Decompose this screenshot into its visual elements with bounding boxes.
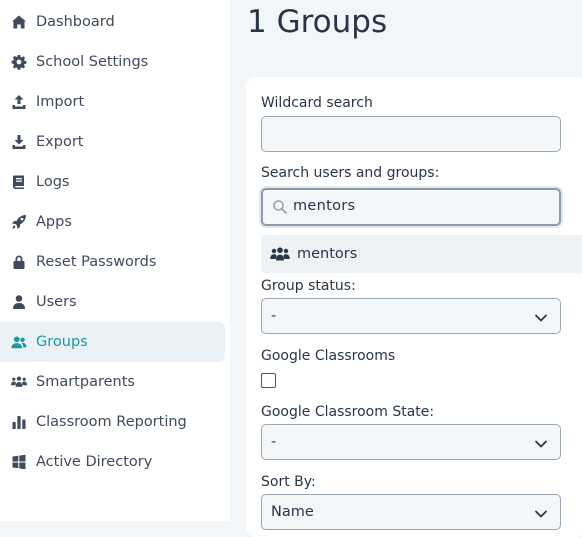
google-classrooms-label: Google Classrooms	[261, 348, 396, 364]
gear-icon	[10, 53, 28, 71]
sidebar-item-label: Import	[36, 94, 85, 110]
search-result-option[interactable]: mentors	[261, 235, 582, 273]
sidebar-item-apps[interactable]: Apps	[0, 202, 225, 242]
rocket-icon	[10, 213, 28, 231]
users-icon	[10, 333, 28, 351]
sidebar-item-active-directory[interactable]: Active Directory	[0, 442, 225, 482]
sidebar-item-dashboard[interactable]: Dashboard	[0, 2, 225, 42]
sidebar-item-users[interactable]: Users	[0, 282, 225, 322]
sidebar-item-label: Active Directory	[36, 454, 153, 470]
group-status-value: -	[271, 308, 277, 324]
group-status-label: Group status:	[261, 278, 356, 294]
google-classroom-state-value: -	[271, 434, 277, 450]
page-title: 1 Groups	[247, 4, 388, 40]
sidebar-item-school-settings[interactable]: School Settings	[0, 42, 225, 82]
sidebar: Dashboard School Settings Import Export …	[0, 0, 230, 521]
windows-icon	[10, 453, 28, 471]
sidebar-item-label: Groups	[36, 334, 88, 350]
sidebar-item-smartparents[interactable]: Smartparents	[0, 362, 225, 402]
google-classroom-state-label: Google Classroom State:	[261, 404, 435, 420]
group-status-select[interactable]: -	[261, 298, 561, 334]
bar-chart-icon	[10, 413, 28, 431]
search-users-groups-value: mentors	[293, 198, 356, 214]
sidebar-item-label: Reset Passwords	[36, 254, 157, 270]
wildcard-search-input[interactable]	[261, 116, 561, 152]
sidebar-item-label: Users	[36, 294, 77, 310]
search-users-groups-input[interactable]: mentors	[261, 188, 561, 226]
wildcard-search-label: Wildcard search	[261, 95, 373, 111]
chevron-down-icon	[534, 310, 548, 324]
search-result-label: mentors	[297, 246, 358, 262]
sidebar-item-label: Dashboard	[36, 14, 115, 30]
sidebar-item-classroom-reporting[interactable]: Classroom Reporting	[0, 402, 225, 442]
sidebar-item-label: Logs	[36, 174, 70, 190]
chevron-down-icon	[534, 436, 548, 450]
lock-icon	[10, 253, 28, 271]
upload-icon	[10, 93, 28, 111]
sidebar-item-reset-passwords[interactable]: Reset Passwords	[0, 242, 225, 282]
google-classroom-state-select[interactable]: -	[261, 424, 561, 460]
sidebar-item-logs[interactable]: Logs	[0, 162, 225, 202]
sidebar-item-label: Apps	[36, 214, 72, 230]
sort-by-value: Name	[271, 504, 314, 520]
search-icon	[272, 199, 288, 215]
user-icon	[10, 293, 28, 311]
users-icon	[270, 245, 290, 263]
people-group-icon	[10, 373, 28, 391]
sidebar-item-export[interactable]: Export	[0, 122, 225, 162]
sidebar-item-label: Smartparents	[36, 374, 135, 390]
home-icon	[10, 13, 28, 31]
sidebar-item-label: Classroom Reporting	[36, 414, 187, 430]
book-icon	[10, 173, 28, 191]
sort-by-select[interactable]: Name	[261, 494, 561, 530]
sidebar-item-label: School Settings	[36, 54, 149, 70]
sidebar-item-label: Export	[36, 134, 84, 150]
sidebar-item-groups[interactable]: Groups	[0, 322, 225, 362]
sidebar-item-import[interactable]: Import	[0, 82, 225, 122]
download-icon	[10, 133, 28, 151]
sort-by-label: Sort By:	[261, 474, 316, 490]
google-classrooms-checkbox[interactable]	[261, 373, 276, 388]
search-users-groups-label: Search users and groups:	[261, 165, 440, 181]
chevron-down-icon	[534, 506, 548, 520]
